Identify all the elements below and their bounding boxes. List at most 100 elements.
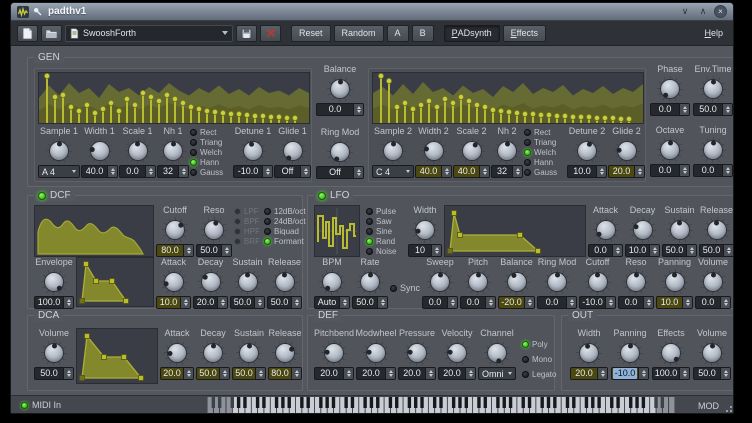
radio-gauss[interactable]: Gauss [190, 168, 232, 177]
gen-octave-spinbox[interactable]: 0.0 [650, 164, 690, 177]
spin-arrows[interactable] [679, 104, 689, 115]
lfo-sync-check[interactable]: Sync [390, 283, 420, 293]
spin-arrows[interactable] [254, 297, 264, 308]
out-panning-knob[interactable] [617, 340, 643, 366]
spin-arrows[interactable] [339, 297, 349, 308]
gen-sample2-knob[interactable] [380, 138, 406, 164]
lfo-release-knob[interactable] [704, 217, 730, 243]
radio-hpf[interactable]: HPF [234, 227, 262, 236]
lfo-ringmod-knob[interactable] [544, 269, 570, 295]
spin-arrows[interactable] [343, 368, 353, 379]
spin-arrows[interactable] [649, 245, 659, 256]
gen-nh2-knob[interactable] [494, 138, 520, 164]
radio-welch[interactable]: Welch [524, 148, 566, 157]
spin-arrows[interactable] [638, 368, 648, 379]
spin-arrows[interactable] [723, 245, 733, 256]
dcf-attack-spinbox[interactable]: 10.0 [156, 296, 191, 309]
spin-arrows[interactable] [145, 166, 155, 177]
gen-glide1-spinbox[interactable]: Off [274, 165, 311, 178]
spin-arrows[interactable] [722, 104, 732, 115]
out-width-spinbox[interactable]: 20.0 [570, 367, 608, 380]
spin-arrows[interactable] [107, 166, 117, 177]
gen-width1-spinbox[interactable]: 40.0 [81, 165, 118, 178]
piano-keyboard[interactable] [207, 397, 675, 414]
dcf-led[interactable] [38, 192, 46, 200]
lfo-sustain-spinbox[interactable]: 50.0 [662, 244, 697, 257]
lfo-width-spinbox[interactable]: 10 [408, 244, 442, 257]
radio-brf[interactable]: BRF [234, 237, 262, 246]
preset-combobox[interactable]: SwooshForth [65, 25, 233, 42]
lfo-rate-spinbox[interactable]: 50.0 [352, 296, 388, 309]
close-button[interactable]: × [714, 5, 727, 18]
spin-arrows[interactable] [597, 368, 607, 379]
radio-triang[interactable]: Triang [190, 138, 232, 147]
radio-gauss[interactable]: Gauss [524, 168, 566, 177]
spin-arrows[interactable] [682, 297, 692, 308]
radio-poly[interactable]: Poly [522, 340, 562, 349]
dcf-cutoff-knob[interactable] [162, 217, 188, 243]
radio-legato[interactable]: Legato [522, 370, 562, 379]
dcf-decay-knob[interactable] [198, 269, 224, 295]
def-velocity-spinbox[interactable]: 20.0 [438, 367, 476, 380]
dcf-envelope-knob[interactable] [41, 269, 67, 295]
gen-ringmod-spinbox[interactable]: Off [316, 166, 364, 179]
spin-arrows[interactable] [441, 166, 451, 177]
lfo-led[interactable] [318, 192, 326, 200]
lfo-cutoff-knob[interactable] [585, 269, 611, 295]
gen-envtime-spinbox[interactable]: 50.0 [693, 103, 733, 116]
dca-sustain-spinbox[interactable]: 50.0 [232, 367, 266, 380]
lfo-balance-knob[interactable] [504, 269, 530, 295]
mod-label[interactable]: MOD [698, 401, 719, 411]
dca-volume-knob[interactable] [41, 340, 67, 366]
radio-noise[interactable]: Noise [366, 247, 406, 256]
lfo-decay-knob[interactable] [630, 217, 656, 243]
def-pressure-knob[interactable] [404, 340, 430, 366]
lfo-cutoff-spinbox[interactable]: -10.0 [579, 296, 616, 309]
def-pressure-spinbox[interactable]: 20.0 [398, 367, 436, 380]
radio-rand[interactable]: Rand [366, 237, 406, 246]
delete-preset-button[interactable] [260, 25, 281, 42]
gen-scale2-spinbox[interactable]: 40.0 [453, 165, 490, 178]
radio-triang[interactable]: Triang [524, 138, 566, 147]
gen-scale1-knob[interactable] [125, 138, 151, 164]
dca-release-knob[interactable] [272, 340, 298, 366]
lfo-reso-spinbox[interactable]: 0.0 [618, 296, 654, 309]
spin-arrows[interactable] [634, 166, 644, 177]
gen-envtime-knob[interactable] [700, 76, 726, 102]
spin-arrows[interactable] [612, 245, 622, 256]
gen-scale2-knob[interactable] [459, 138, 485, 164]
lfo-volume-spinbox[interactable]: 0.0 [695, 296, 731, 309]
gen-glide2-spinbox[interactable]: 20.0 [608, 165, 645, 178]
spin-arrows[interactable] [63, 368, 73, 379]
radio-rect[interactable]: Rect [524, 128, 566, 137]
def-modwheel-spinbox[interactable]: 20.0 [356, 367, 396, 380]
radio-biquad[interactable]: Biquad [264, 227, 308, 236]
spin-arrows[interactable] [643, 297, 653, 308]
dca-sustain-knob[interactable] [236, 340, 262, 366]
open-preset-button[interactable] [41, 25, 62, 42]
new-preset-button[interactable] [17, 25, 38, 42]
spin-arrows[interactable] [720, 368, 730, 379]
spin-arrows[interactable] [479, 166, 489, 177]
spin-arrows[interactable] [291, 368, 301, 379]
dca-attack-knob[interactable] [164, 340, 190, 366]
def-velocity-knob[interactable] [444, 340, 470, 366]
radio-saw[interactable]: Saw [366, 217, 406, 226]
radio-rect[interactable]: Rect [190, 128, 232, 137]
spin-arrows[interactable] [605, 297, 615, 308]
spin-arrows[interactable] [353, 104, 363, 115]
spin-arrows[interactable] [178, 166, 188, 177]
lfo-pitch-spinbox[interactable]: 0.0 [460, 296, 496, 309]
lfo-reso-knob[interactable] [623, 269, 649, 295]
radio-lpf[interactable]: LPF [234, 207, 262, 216]
out-effects-knob[interactable] [658, 340, 684, 366]
lfo-bpm-knob[interactable] [319, 269, 345, 295]
lfo-sweep-spinbox[interactable]: 0.0 [422, 296, 458, 309]
lfo-width-knob[interactable] [412, 217, 438, 243]
gen-balance-knob[interactable] [327, 76, 353, 102]
harmonics-display-2[interactable] [372, 72, 644, 124]
spin-arrows[interactable] [679, 368, 689, 379]
radio-welch[interactable]: Welch [190, 148, 232, 157]
gen-tuning-spinbox[interactable]: 0.0 [693, 164, 733, 177]
lfo-pitch-knob[interactable] [465, 269, 491, 295]
